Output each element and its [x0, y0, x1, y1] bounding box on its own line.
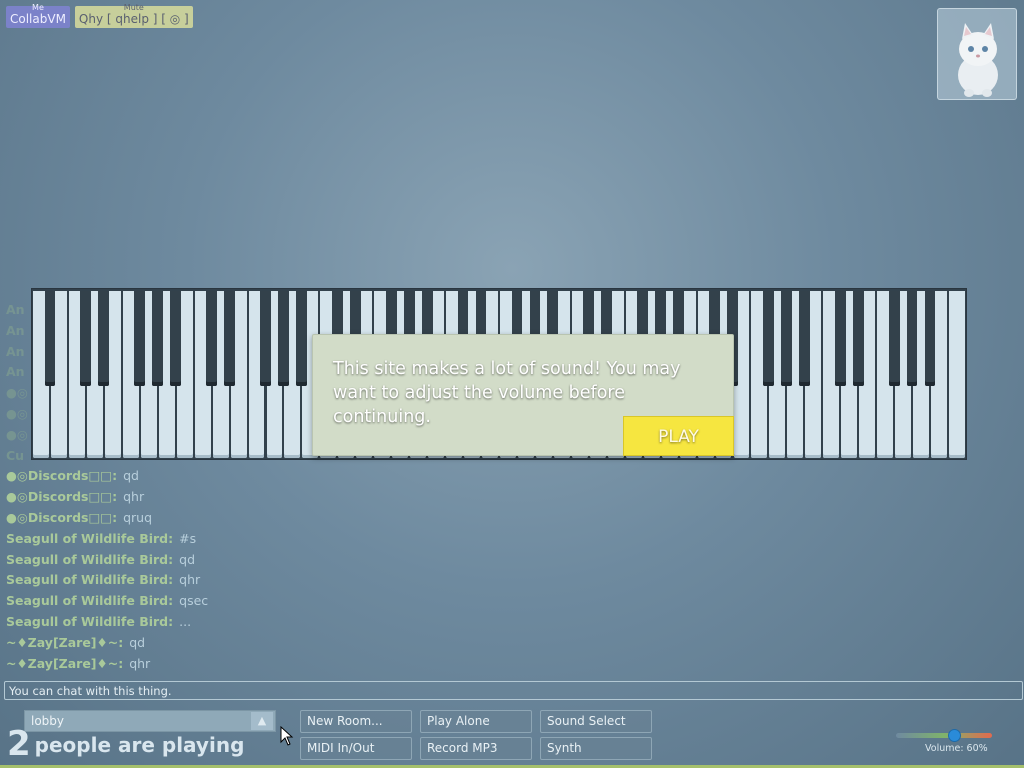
chat-author: Seagull of Wildlife Bird: [6, 593, 174, 609]
chat-message: ●◎Discords□□: qhr [6, 487, 326, 508]
chat-text: ... [179, 613, 192, 629]
chat-author: ~♦Zay[Zare]♦~: [6, 634, 124, 650]
chat-author: ●◎Discords□□: [6, 468, 118, 484]
piano-black-key[interactable] [924, 291, 936, 386]
chat-text: qruq [123, 509, 153, 525]
chat-text: qd [123, 468, 139, 484]
piano-black-key[interactable] [906, 291, 918, 386]
chat-message: ●◎Discords□□: qruq [6, 508, 326, 529]
chat-message: ~♦Zay[Zare]♦~: qhr [6, 654, 326, 675]
piano-black-key[interactable] [260, 291, 271, 386]
piano-black-key[interactable] [98, 291, 110, 386]
chat-author: Seagull of Wildlife Bird: [6, 572, 174, 588]
chat-author: ●◎ [6, 405, 28, 421]
chat-text: #s [179, 530, 197, 546]
volume-label: Volume: 60% [925, 743, 988, 754]
participant-badge-me[interactable]: Me CollabVM [6, 3, 70, 28]
piano-black-key[interactable] [780, 291, 792, 386]
chat-author: Seagull of Wildlife Bird: [6, 551, 174, 567]
play-button[interactable]: PLAY [623, 416, 734, 456]
piano-black-key[interactable] [834, 291, 846, 386]
piano-black-key[interactable] [798, 291, 810, 386]
midi-button[interactable]: MIDI In/Out [300, 737, 412, 760]
chat-author: ●◎Discords□□: [6, 489, 118, 505]
chat-input[interactable] [4, 681, 1023, 700]
piano-black-key[interactable] [170, 291, 182, 386]
chat-author: ●◎ [6, 426, 28, 442]
chat-message: ●◎Discords□□: qd [6, 466, 326, 487]
chat-message: Seagull of Wildlife Bird:... [6, 612, 326, 633]
participants-list: Me CollabVM Mute Qhy [ qhelp ] [ ◎ ] [6, 3, 193, 28]
player-count: 2 people are playing [7, 724, 244, 764]
piano-black-key[interactable] [224, 291, 235, 386]
piano-black-key[interactable] [80, 291, 92, 386]
chat-text: qhr [129, 655, 151, 671]
play-alone-button[interactable]: Play Alone [420, 710, 532, 733]
participant-tag: Mute [123, 3, 144, 12]
piano-black-key[interactable] [206, 291, 217, 386]
piano-black-key[interactable] [296, 291, 307, 386]
chat-message: ~♦Zay[Zare]♦~: qd [6, 633, 326, 654]
chat-author: Seagull of Wildlife Bird: [6, 530, 174, 546]
cat-icon [958, 23, 998, 97]
volume-knob[interactable] [947, 729, 961, 742]
mouse-cursor-icon [280, 726, 294, 746]
chat-author: An [6, 302, 25, 317]
chat-message: Seagull of Wildlife Bird: qhr [6, 570, 326, 591]
synth-button[interactable]: Synth [540, 737, 652, 760]
chat-author: Cu [6, 447, 25, 463]
record-mp3-button[interactable]: Record MP3 [420, 737, 532, 760]
dropdown-arrow-icon[interactable]: ▲ [251, 712, 273, 730]
chat-author: Seagull of Wildlife Bird: [6, 613, 174, 629]
chat-text: qsec [179, 593, 209, 609]
piano-white-key[interactable] [949, 291, 965, 458]
chat-text: qhr [123, 489, 145, 505]
piano-black-key[interactable] [44, 291, 56, 386]
chat-author: An [6, 343, 25, 359]
chat-author: An [6, 322, 25, 338]
sound-select-button[interactable]: Sound Select [540, 710, 652, 733]
piano-black-key[interactable] [152, 291, 164, 386]
chat-author: ●◎Discords□□: [6, 509, 118, 525]
participant-badge[interactable]: Mute Qhy [ qhelp ] [ ◎ ] [74, 3, 193, 28]
cat-image[interactable] [937, 8, 1017, 100]
piano-black-key[interactable] [888, 291, 900, 386]
chat-author: ●◎ [6, 385, 28, 401]
chat-text: qd [179, 551, 196, 567]
volume-track[interactable] [896, 733, 992, 738]
volume-slider[interactable]: Volume: 60% [896, 727, 996, 755]
chat-text: qhr [179, 572, 201, 588]
chat-message: Seagull of Wildlife Bird: #s [6, 529, 326, 550]
chat-author: ~♦Zay[Zare]♦~: [6, 655, 124, 671]
piano-black-key[interactable] [852, 291, 864, 386]
sound-warning-dialog: This site makes a lot of sound! You may … [312, 334, 734, 456]
piano-black-key[interactable] [134, 291, 146, 386]
piano-black-key[interactable] [763, 291, 774, 386]
chat-author: An [6, 364, 25, 380]
player-count-number: 2 [7, 724, 31, 764]
piano-black-key[interactable] [278, 291, 289, 386]
participant-tag: Me [32, 3, 44, 12]
chat-text: qd [129, 634, 146, 650]
player-count-label: people are playing [34, 733, 245, 757]
chat-message: Seagull of Wildlife Bird: qsec [6, 591, 326, 612]
new-room-button[interactable]: New Room... [300, 710, 412, 733]
chat-message: Seagull of Wildlife Bird: qd [6, 550, 326, 571]
